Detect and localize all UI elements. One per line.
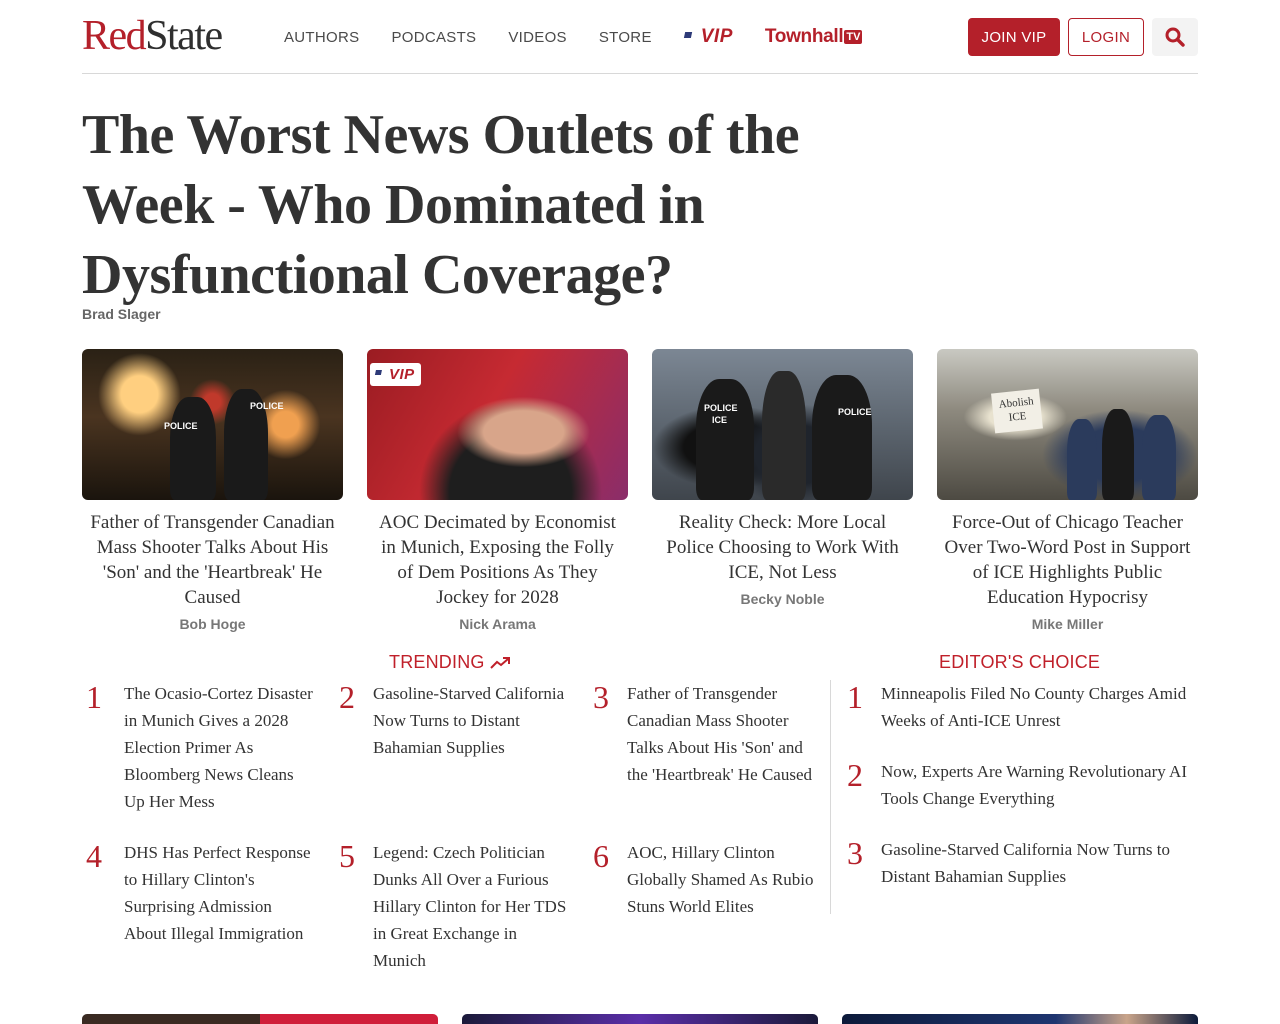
vip-badge-label: VIP [389,366,415,383]
editors-choice-title[interactable]: Minneapolis Filed No County Charges Amid… [881,680,1198,734]
redstate-logo[interactable]: RedState [82,13,223,59]
image-police-label: POLICE [704,403,738,413]
nav-podcasts[interactable]: PODCASTS [391,29,476,46]
story-title[interactable]: Father of Transgender Canadian Mass Shoo… [82,510,343,610]
editors-choice-item[interactable]: 1 Minneapolis Filed No County Charges Am… [847,680,1198,734]
trending-item[interactable]: 5 Legend: Czech Politician Dunks All Ove… [339,839,569,974]
editors-choice-title[interactable]: Gasoline-Starved California Now Turns to… [881,836,1198,890]
editors-choice-rank: 3 [847,835,863,871]
trending-title[interactable]: AOC, Hillary Clinton Globally Shamed As … [627,839,823,920]
trending-title[interactable]: Legend: Czech Politician Dunks All Over … [373,839,569,974]
search-button[interactable] [1152,18,1198,56]
story-card[interactable]: VIP AOC Decimated by Economist in Munich… [367,349,628,632]
main-nav: AUTHORS PODCASTS VIDEOS STORE VIP Townha… [284,26,863,48]
story-title[interactable]: Reality Check: More Local Police Choosin… [652,510,913,585]
nav-vip-label: VIP [700,26,733,47]
us-flag-icon [683,31,700,43]
image-police-label: POLICE [838,407,872,417]
nav-store[interactable]: STORE [599,29,652,46]
story-image-ice-arrest[interactable]: POLICE ICE POLICE [652,349,913,500]
trending-rank: 3 [593,679,609,715]
story-card[interactable]: POLICE POLICE Father of Transgender Cana… [82,349,343,632]
trending-rank: 6 [593,838,609,874]
story-author[interactable]: Nick Arama [367,616,628,632]
trending-rank: 2 [339,679,355,715]
trending-item[interactable]: 3 Father of Transgender Canadian Mass Sh… [593,680,823,788]
image-police-label: POLICE [250,401,284,411]
trending-item[interactable]: 2 Gasoline-Starved California Now Turns … [339,680,569,761]
logo-part-state: State [145,13,223,59]
search-icon [1165,27,1185,47]
nav-authors[interactable]: AUTHORS [284,29,359,46]
story-author[interactable]: Bob Hoge [82,616,343,632]
trending-title[interactable]: The Ocasio-Cortez Disaster in Munich Giv… [124,680,316,815]
vip-badge: VIP [370,363,421,386]
trending-rank: 4 [86,838,102,874]
story-author[interactable]: Becky Noble [652,591,913,607]
editors-choice-item[interactable]: 3 Gasoline-Starved California Now Turns … [847,836,1198,890]
trending-up-icon [489,656,510,669]
editors-choice-heading: EDITOR'S CHOICE [939,652,1100,673]
story-title[interactable]: AOC Decimated by Economist in Munich, Ex… [367,510,628,610]
us-flag-icon [374,370,388,379]
image-ice-label: ICE [712,415,728,425]
nav-vip[interactable]: VIP [683,26,733,48]
trending-rank: 1 [86,679,102,715]
trending-item[interactable]: 1 The Ocasio-Cortez Disaster in Munich G… [86,680,316,815]
story-title[interactable]: Force-Out of Chicago Teacher Over Two-Wo… [937,510,1198,610]
townhall-tv-badge: TV [844,30,863,44]
story-image-aoc-speaking[interactable]: VIP [367,349,628,500]
townhall-label: Townhall [764,26,844,47]
trending-item[interactable]: 4 DHS Has Perfect Response to Hillary Cl… [86,839,316,947]
editors-choice-title[interactable]: Now, Experts Are Warning Revolutionary A… [881,758,1198,812]
trending-title[interactable]: DHS Has Perfect Response to Hillary Clin… [124,839,316,947]
login-button[interactable]: LOGIN [1068,18,1144,56]
story-card[interactable]: Abolish ICE Force-Out of Chicago Teacher … [937,349,1198,632]
story-image-police-scene[interactable]: POLICE POLICE [82,349,343,500]
trending-heading: TRENDING [389,652,511,673]
headline-author[interactable]: Brad Slager [82,306,161,322]
section-divider [830,680,831,914]
image-police-label: POLICE [164,421,198,431]
nav-townhall-tv[interactable]: Townhall TV [765,26,863,48]
protest-sign-line-1: Abolish [998,395,1035,411]
protest-sign-line-2: ICE [1008,410,1028,424]
editors-choice-rank: 1 [847,679,863,715]
story-image-bottom[interactable] [82,1014,438,1024]
logo-part-red: Red [82,13,147,59]
story-image-bottom[interactable] [842,1014,1198,1024]
nav-videos[interactable]: VIDEOS [508,29,566,46]
trending-title[interactable]: Father of Transgender Canadian Mass Shoo… [627,680,823,788]
join-vip-button[interactable]: JOIN VIP [968,18,1060,56]
trending-title[interactable]: Gasoline-Starved California Now Turns to… [373,680,569,761]
story-author[interactable]: Mike Miller [937,616,1198,632]
trending-item[interactable]: 6 AOC, Hillary Clinton Globally Shamed A… [593,839,823,920]
story-image-chicago-protest[interactable]: Abolish ICE [937,349,1198,500]
editors-choice-label: EDITOR'S CHOICE [939,652,1101,672]
protest-sign: Abolish ICE [991,388,1043,434]
site-header: RedState AUTHORS PODCASTS VIDEOS STORE V… [82,0,1198,74]
story-card[interactable]: POLICE ICE POLICE Reality Check: More Lo… [652,349,913,607]
trending-rank: 5 [339,838,355,874]
story-image-bottom[interactable] [462,1014,818,1024]
headline-title[interactable]: The Worst News Outlets of the Week - Who… [82,100,842,310]
editors-choice-item[interactable]: 2 Now, Experts Are Warning Revolutionary… [847,758,1198,812]
trending-label: TRENDING [389,652,485,672]
editors-choice-rank: 2 [847,757,863,793]
